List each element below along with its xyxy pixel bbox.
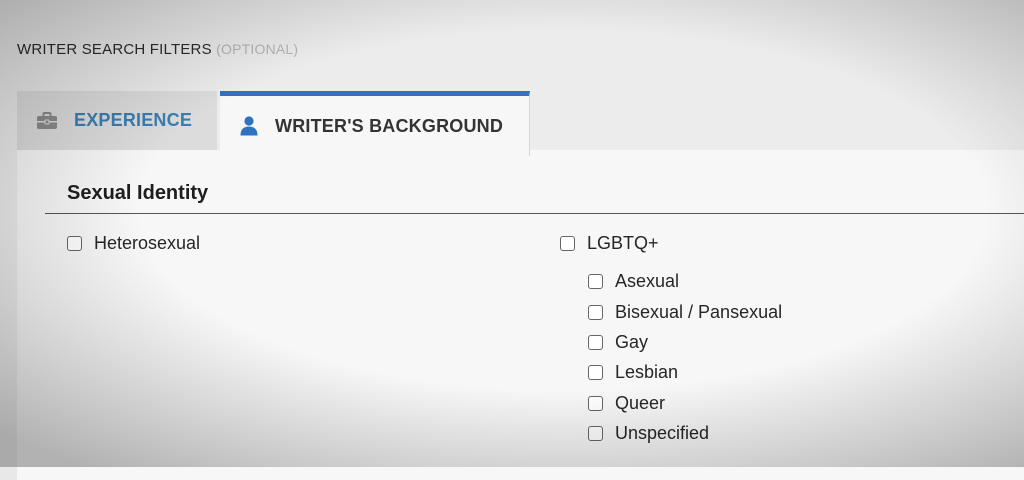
briefcase-icon <box>37 111 57 130</box>
filters-title: WRITER SEARCH FILTERS <box>17 41 212 58</box>
option-gay[interactable]: Gay <box>588 332 648 353</box>
option-lesbian[interactable]: Lesbian <box>588 362 678 383</box>
heterosexual-checkbox[interactable] <box>67 236 82 251</box>
queer-checkbox[interactable] <box>588 396 603 411</box>
filters-header: WRITER SEARCH FILTERS (OPTIONAL) <box>17 41 298 58</box>
optional-tag: (OPTIONAL) <box>216 41 299 57</box>
tab-writers-background[interactable]: WRITER'S BACKGROUND <box>220 91 530 156</box>
asexual-checkbox[interactable] <box>588 274 603 289</box>
option-queer[interactable]: Queer <box>588 393 665 414</box>
option-heterosexual[interactable]: Heterosexual <box>67 233 200 254</box>
gay-checkbox[interactable] <box>588 335 603 350</box>
lesbian-checkbox[interactable] <box>588 365 603 380</box>
option-label: Lesbian <box>615 362 679 382</box>
option-unspecified[interactable]: Unspecified <box>588 423 709 444</box>
tab-experience[interactable]: EXPERIENCE <box>17 91 217 150</box>
section-title: Sexual Identity <box>67 182 209 204</box>
tab-writers-background-label: WRITER'S BACKGROUND <box>275 115 504 136</box>
option-label: Bisexual / Pansexual <box>615 302 783 322</box>
option-bisexual-pansexual[interactable]: Bisexual / Pansexual <box>588 302 782 323</box>
tab-experience-label: EXPERIENCE <box>74 110 193 130</box>
unspecified-checkbox[interactable] <box>588 426 603 441</box>
option-label: Asexual <box>615 271 680 291</box>
option-lgbtq[interactable]: LGBTQ+ <box>560 233 659 254</box>
option-label: Gay <box>615 332 649 352</box>
option-label: Heterosexual <box>94 233 201 253</box>
option-label: LGBTQ+ <box>587 233 659 253</box>
section-divider <box>45 213 1024 214</box>
option-asexual[interactable]: Asexual <box>588 271 679 292</box>
person-icon <box>240 116 258 136</box>
bisexual-pansexual-checkbox[interactable] <box>588 305 603 320</box>
option-label: Unspecified <box>615 423 710 443</box>
option-label: Queer <box>615 393 666 413</box>
lgbtq-checkbox[interactable] <box>560 236 575 251</box>
